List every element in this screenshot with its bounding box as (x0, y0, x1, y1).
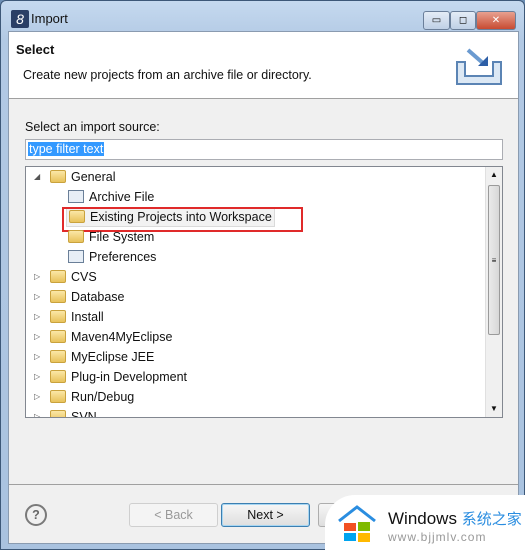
archive-icon (68, 190, 84, 203)
expand-arrow-icon[interactable]: ▷ (34, 347, 44, 367)
tree-item-archive-file[interactable]: Archive File (68, 187, 154, 207)
folder-icon (50, 330, 66, 343)
footer-separator (9, 484, 518, 485)
folder-icon (50, 270, 66, 283)
tree-item-label: MyEclipse JEE (71, 350, 155, 364)
expand-arrow-icon[interactable]: ▷ (34, 407, 44, 417)
folder-icon (50, 410, 66, 417)
title-bar: 8 Import ▭ ◻ ✕ (9, 9, 516, 31)
folder-icon (50, 390, 66, 403)
tree-item[interactable]: Run/Debug (50, 387, 134, 407)
tree-item-label: Run/Debug (71, 390, 135, 404)
next-button[interactable]: Next > (221, 503, 310, 527)
tree-item[interactable]: SVN (50, 407, 97, 418)
import-dialog: 8 Import ▭ ◻ ✕ Select Create new project… (0, 0, 525, 550)
minimize-button[interactable]: ▭ (423, 11, 450, 30)
dialog-client: Select Create new projects from an archi… (8, 31, 519, 544)
scroll-down-icon[interactable]: ▼ (486, 401, 502, 417)
folder-icon (50, 310, 66, 323)
myeclipse-app-icon: 8 (11, 10, 29, 28)
back-button[interactable]: < Back (129, 503, 218, 527)
tree-item[interactable]: CVS (50, 267, 97, 287)
tree-item[interactable]: Install (50, 307, 104, 327)
tree-item-label: Install (71, 310, 104, 324)
tree-item-label: Database (71, 290, 125, 304)
page-description: Create new projects from an archive file… (23, 68, 312, 82)
tree-item-label: Preferences (89, 250, 157, 264)
expand-arrow-icon[interactable]: ▷ (34, 307, 44, 327)
scroll-up-icon[interactable]: ▲ (486, 167, 502, 183)
help-icon[interactable]: ? (25, 504, 47, 526)
tree-item-file-system[interactable]: File System (68, 227, 154, 247)
tree-item-label: General (71, 170, 116, 184)
filter-input[interactable]: type filter text (25, 139, 503, 160)
import-source-tree: ◢ General Archive File Existing Projects… (25, 166, 503, 418)
filter-text: type filter text (28, 142, 105, 156)
tree-item[interactable]: Plug-in Development (50, 367, 187, 387)
expand-arrow-icon[interactable]: ▷ (34, 287, 44, 307)
tree-item[interactable]: Database (50, 287, 125, 307)
tree-item-label: CVS (71, 270, 97, 284)
folder-open-icon (50, 170, 66, 183)
tree-item-label: Plug-in Development (71, 370, 188, 384)
expand-arrow-icon[interactable]: ▷ (34, 367, 44, 387)
folder-icon (50, 350, 66, 363)
collapse-arrow-icon[interactable]: ◢ (34, 167, 44, 187)
scrollbar-thumb[interactable]: ≡ (488, 185, 500, 335)
preferences-icon (68, 250, 84, 263)
import-source-label: Select an import source: (25, 120, 160, 134)
tree-item[interactable]: MyEclipse JEE (50, 347, 154, 367)
vertical-scrollbar[interactable]: ▲ ≡ ▼ (485, 167, 502, 417)
folder-icon (50, 290, 66, 303)
maximize-button[interactable]: ◻ (450, 11, 476, 30)
window-title: Import (31, 11, 68, 26)
tree-item-label: File System (89, 230, 155, 244)
expand-arrow-icon[interactable]: ▷ (34, 267, 44, 287)
page-title: Select (16, 42, 55, 57)
import-wizard-icon (456, 48, 502, 85)
tree-item-preferences[interactable]: Preferences (68, 247, 156, 267)
windows-logo-watermark (338, 505, 376, 542)
watermark-brand: Windows 系统之家 (388, 509, 522, 528)
tree-item-label: Maven4MyEclipse (71, 330, 173, 344)
expand-arrow-icon[interactable]: ▷ (34, 387, 44, 407)
wizard-header: Select Create new projects from an archi… (9, 32, 518, 99)
tree-item-general[interactable]: General (50, 167, 115, 187)
close-button[interactable]: ✕ (476, 11, 516, 30)
tree-item[interactable]: Maven4MyEclipse (50, 327, 172, 347)
expand-arrow-icon[interactable]: ▷ (34, 327, 44, 347)
watermark-url: www.bjjmlv.com (388, 530, 487, 544)
folder-icon (68, 230, 84, 243)
tree-item-label: SVN (71, 410, 97, 418)
tree-item-label: Archive File (89, 190, 155, 204)
folder-icon (50, 370, 66, 383)
